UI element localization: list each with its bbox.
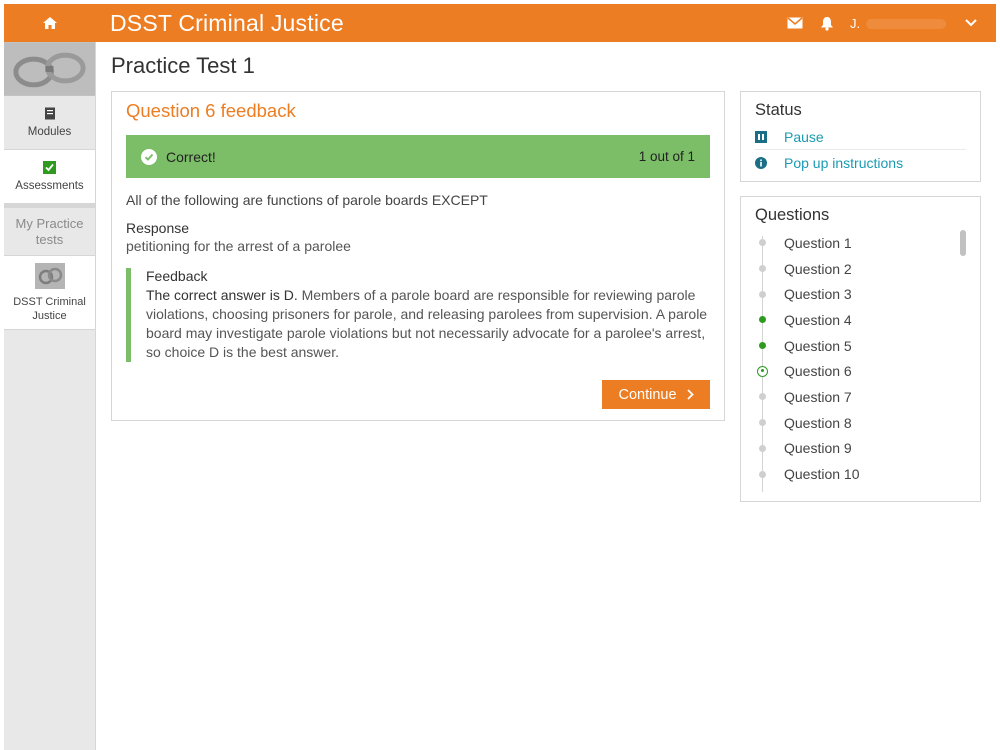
sidebar-item-assessments[interactable]: Assessments (4, 150, 95, 204)
user-name: J. (850, 15, 861, 31)
question-nav-label: Question 3 (784, 286, 852, 303)
question-nav-label: Question 4 (784, 311, 852, 328)
course-thumbnail[interactable] (4, 42, 95, 96)
info-icon (755, 157, 767, 169)
response-value: petitioning for the arrest of a parolee (126, 238, 351, 254)
user-name-redacted (866, 19, 947, 30)
top-bar: DSST Criminal Justice J. (4, 4, 996, 42)
question-nav-label: Question 7 (784, 388, 852, 405)
question-status-dot (759, 316, 766, 324)
question-nav-item[interactable]: Question 9 (755, 436, 955, 462)
continue-button[interactable]: Continue (602, 380, 710, 409)
question-nav-label: Question 6 (784, 363, 852, 380)
question-status-dot (759, 265, 766, 273)
question-nav-label: Question 5 (784, 337, 852, 354)
question-nav-label: Question 2 (784, 260, 852, 277)
question-status-dot (759, 470, 766, 478)
question-nav-item[interactable]: Question 5 (755, 333, 955, 359)
question-status-dot (759, 342, 766, 350)
home-icon (43, 17, 57, 29)
question-status-dot (759, 419, 766, 427)
handcuffs-image (4, 42, 95, 96)
question-status-dot (759, 239, 766, 247)
notifications-button[interactable] (816, 4, 838, 42)
sidebar-item-modules[interactable]: Modules (4, 96, 95, 150)
sidebar-course-item[interactable]: DSST Criminal Justice (4, 256, 95, 330)
pause-icon (755, 130, 767, 143)
chevron-down-icon (965, 19, 977, 27)
question-nav-label: Question 10 (784, 466, 860, 483)
course-label: DSST Criminal Justice (13, 295, 86, 322)
feedback-block: Feedback The correct answer is D. Member… (126, 268, 709, 362)
feedback-lead: The correct answer is D. (146, 287, 298, 303)
book-icon (44, 107, 55, 120)
questions-title: Questions (755, 206, 830, 224)
status-title: Status (755, 101, 802, 119)
bell-icon (821, 16, 833, 31)
score-text: 1 out of 1 (638, 149, 695, 164)
scrollbar[interactable] (960, 230, 966, 256)
home-button[interactable] (4, 4, 96, 42)
question-nav-item[interactable]: Question 3 (755, 281, 955, 307)
pause-label: Pause (784, 128, 824, 145)
question-nav-label: Question 9 (784, 440, 852, 457)
my-practice-tests-heading: My Practice tests (4, 204, 95, 256)
feedback-label: Feedback (146, 268, 208, 284)
sidebar-item-label: Modules (27, 126, 72, 138)
feedback-card: Question 6 feedback Correct! 1 out of 1 … (111, 91, 725, 421)
pause-link[interactable]: Pause (755, 124, 966, 150)
result-label: Correct! (166, 148, 216, 165)
header-actions: J. (774, 4, 996, 42)
question-nav-item[interactable]: Question 4 (755, 307, 955, 333)
question-status-dot (759, 393, 766, 401)
question-status-dot (759, 290, 766, 298)
question-nav-item[interactable]: Question 1 (755, 230, 955, 256)
instructions-link[interactable]: Pop up instructions (755, 150, 966, 176)
question-nav-label: Question 1 (784, 234, 852, 251)
feedback-title: Question 6 feedback (126, 100, 296, 121)
mail-button[interactable] (784, 4, 806, 42)
question-nav-item[interactable]: Question 6 (755, 358, 955, 384)
checkbox-icon (43, 161, 56, 174)
question-status-dot (759, 444, 766, 452)
question-list: Question 1 Question 2 Question 3 Question 4… (755, 230, 955, 492)
chevron-right-icon (686, 389, 694, 400)
page-title: Practice Test 1 (111, 53, 255, 78)
continue-label: Continue (618, 386, 677, 403)
sidebar: Modules Assessments My Practice tests DS… (4, 42, 96, 750)
mail-icon (787, 17, 803, 29)
question-nav-item[interactable]: Question 2 (755, 256, 955, 282)
user-menu-toggle[interactable] (960, 4, 982, 42)
app-title: DSST Criminal Justice (110, 9, 344, 36)
question-nav-label: Question 8 (784, 414, 852, 431)
course-thumbnail-icon (34, 262, 65, 289)
question-nav-item[interactable]: Question 8 (755, 410, 955, 436)
feedback-text: The correct answer is D. Members of a pa… (146, 286, 709, 362)
response-label: Response (126, 220, 190, 236)
instructions-label: Pop up instructions (784, 155, 904, 171)
result-banner: Correct! 1 out of 1 (126, 135, 710, 178)
question-nav-item[interactable]: Question 10 (755, 461, 955, 487)
status-card: Status Pause Pop up instructions (740, 91, 981, 182)
question-text: All of the following are functions of pa… (126, 192, 488, 208)
user-menu[interactable]: J. (850, 16, 950, 31)
sidebar-item-label: Assessments (15, 180, 84, 192)
check-circle-icon (141, 148, 157, 165)
questions-card: Questions Question 1 Question 2 Question 3… (740, 196, 981, 502)
question-status-dot (757, 365, 768, 377)
question-nav-item[interactable]: Question 7 (755, 384, 955, 410)
